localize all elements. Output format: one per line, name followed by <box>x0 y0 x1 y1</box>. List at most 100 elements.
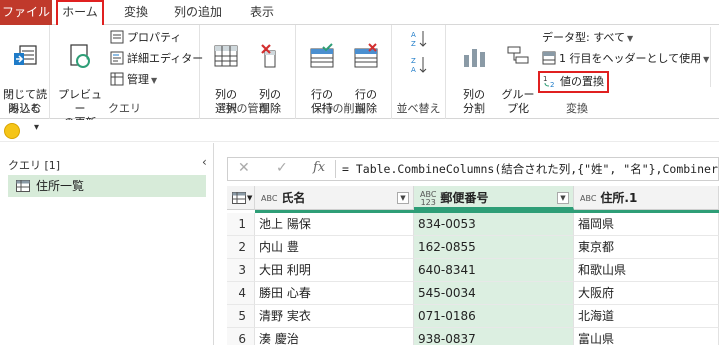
column-header-name[interactable]: ABC 氏名 ▼ <box>255 186 414 210</box>
fx-icon[interactable]: fx <box>313 160 325 175</box>
formula-separator <box>335 160 336 178</box>
editor-icon <box>110 51 124 65</box>
tab-add-column[interactable]: 列の追加 <box>168 0 228 25</box>
query-item[interactable]: 住所一覧 <box>8 175 206 197</box>
group-manage-columns-label: 列の管理 <box>225 102 270 115</box>
table-row[interactable]: 2 内山 豊 162-0855 東京都 <box>227 236 719 259</box>
header-row-icon <box>542 51 556 65</box>
group-close: 閉じて読 み込む 閉じる <box>0 25 50 119</box>
data-type-label: データ型: すべて <box>542 31 625 44</box>
confirm-formula-icon[interactable]: ✓ <box>276 160 288 176</box>
cancel-formula-icon[interactable]: ✕ <box>238 160 250 176</box>
cell-address[interactable]: 北海道 <box>574 305 719 328</box>
queries-pane: クエリ [1] ‹ 住所一覧 <box>0 143 214 345</box>
group-sort-label: 並べ替え <box>396 102 441 115</box>
manage-label: 管理 <box>127 73 149 86</box>
row-number[interactable]: 6 <box>227 328 255 345</box>
group-close-label: 閉じる <box>8 102 41 115</box>
table-icon <box>232 192 246 204</box>
ribbon-overflow <box>710 27 719 87</box>
advanced-editor-label: 詳細エディター <box>127 52 204 65</box>
cell-zip[interactable]: 938-0837 <box>414 328 574 345</box>
chevron-down-icon: ▼ <box>703 55 710 64</box>
svg-text:2: 2 <box>550 81 554 88</box>
row-number[interactable]: 3 <box>227 259 255 282</box>
use-first-row-label: 1 行目をヘッダーとして使用 <box>559 52 702 65</box>
group-query: プレビュー の更新 プロパティ 詳細エディター 管理▼ クエリ <box>50 25 203 129</box>
tab-view[interactable]: 表示 <box>244 0 280 25</box>
cell-zip[interactable]: 640-8341 <box>414 259 574 282</box>
column-header-label: 住所.1 <box>600 191 638 205</box>
table-row[interactable]: 1 池上 陽保 834-0053 福岡県 <box>227 213 719 236</box>
type-any-icon: ABC 123 <box>420 189 437 207</box>
sort-descending-button[interactable]: ZA <box>410 55 431 77</box>
row-number[interactable]: 2 <box>227 236 255 259</box>
cell-name[interactable]: 池上 陽保 <box>255 213 414 236</box>
svg-text:A: A <box>411 31 416 39</box>
cell-zip[interactable]: 162-0855 <box>414 236 574 259</box>
cell-name[interactable]: 勝田 心春 <box>255 282 414 305</box>
customize-toolbar-dropdown[interactable]: ▾ <box>34 122 39 133</box>
replace-values-label: 値の置換 <box>560 75 604 88</box>
cell-address[interactable]: 大阪府 <box>574 282 719 305</box>
properties-icon <box>110 30 124 44</box>
tab-home[interactable]: ホーム <box>56 0 104 25</box>
use-first-row-as-headers-button[interactable]: 1 行目をヘッダーとして使用 ▼ <box>542 50 709 68</box>
ribbon: 閉じて読 み込む 閉じる プレビュー の更新 プロパティ 詳細エディター 管理▼… <box>0 25 719 129</box>
column-header-label: 郵便番号 <box>440 191 489 205</box>
smiley-feedback-icon[interactable] <box>4 123 20 139</box>
row-number[interactable]: 4 <box>227 282 255 305</box>
collapse-pane-icon[interactable]: ‹ <box>202 155 207 169</box>
group-transform-label: 変換 <box>566 102 588 115</box>
cell-address[interactable]: 和歌山県 <box>574 259 719 282</box>
row-number[interactable]: 1 <box>227 213 255 236</box>
chevron-down-icon: ▼ <box>627 34 634 43</box>
column-header-zip[interactable]: ABC 123 郵便番号 ▼ <box>414 186 574 210</box>
column-header-address[interactable]: ABC 住所.1 <box>574 186 719 210</box>
choose-columns-icon <box>214 45 238 67</box>
keep-rows-icon <box>310 43 334 68</box>
menu-tab-bar: ファイル ホーム 変換 列の追加 表示 <box>0 0 719 25</box>
filter-dropdown-icon[interactable]: ▼ <box>397 192 409 204</box>
cell-name[interactable]: 内山 豊 <box>255 236 414 259</box>
table-row[interactable]: 6湊 慶治 938-0837 富山県 <box>227 328 719 345</box>
cell-address[interactable]: 福岡県 <box>574 213 719 236</box>
group-reduce-rows-label: 行の削減 <box>321 102 366 115</box>
chevron-down-icon: ▼ <box>151 76 158 85</box>
tab-transform[interactable]: 変換 <box>116 0 156 25</box>
cell-zip[interactable]: 545-0034 <box>414 282 574 305</box>
table-row[interactable]: 3 大田 利明 640-8341 和歌山県 <box>227 259 719 282</box>
close-load-icon <box>14 45 37 65</box>
manage-button[interactable]: 管理 ▼ <box>110 71 157 89</box>
refresh-icon <box>70 44 90 68</box>
filter-dropdown-icon[interactable]: ▼ <box>557 192 569 204</box>
properties-button[interactable]: プロパティ <box>110 29 181 47</box>
data-type-dropdown[interactable]: データ型: すべて ▼ <box>542 29 633 47</box>
replace-values-button[interactable]: 1 2 値の置換 <box>538 71 609 93</box>
advanced-editor-button[interactable]: 詳細エディター <box>110 50 203 68</box>
row-number[interactable]: 5 <box>227 305 255 328</box>
table-row[interactable]: 4 勝田 心春 545-0034 大阪府 <box>227 282 719 305</box>
cell-name[interactable]: 清野 実衣 <box>255 305 414 328</box>
group-sort: AZ ZA 並べ替え <box>392 25 446 119</box>
data-grid: ▼ ABC 氏名 ▼ ABC 123 郵便番号 ▼ ABC 住所.1 1 池上 陽保 83… <box>227 186 719 345</box>
cell-zip[interactable]: 834-0053 <box>414 213 574 236</box>
cell-zip[interactable]: 071-0186 <box>414 305 574 328</box>
cell-address[interactable]: 富山県 <box>574 328 719 345</box>
svg-text:A: A <box>411 66 416 74</box>
sort-descending-icon: ZA <box>411 57 427 74</box>
tab-file[interactable]: ファイル <box>0 0 52 25</box>
svg-text:Z: Z <box>411 57 416 65</box>
cell-name[interactable]: 大田 利明 <box>255 259 414 282</box>
remove-columns-icon <box>261 44 276 68</box>
sort-ascending-button[interactable]: AZ <box>410 29 431 51</box>
column-header-label: 氏名 <box>281 191 306 205</box>
queries-header: クエリ [1] <box>8 159 61 172</box>
table-row[interactable]: 5 清野 実衣 071-0186 北海道 <box>227 305 719 328</box>
table-menu-button[interactable]: ▼ <box>227 186 255 210</box>
formula-input[interactable]: = Table.CombineColumns(結合された列,{"姓", "名"}… <box>342 161 718 177</box>
cell-name[interactable]: 湊 慶治 <box>255 328 414 345</box>
cell-address[interactable]: 東京都 <box>574 236 719 259</box>
chevron-down-icon: ▼ <box>247 194 253 202</box>
quick-access-toolbar: ▾ <box>0 120 719 142</box>
